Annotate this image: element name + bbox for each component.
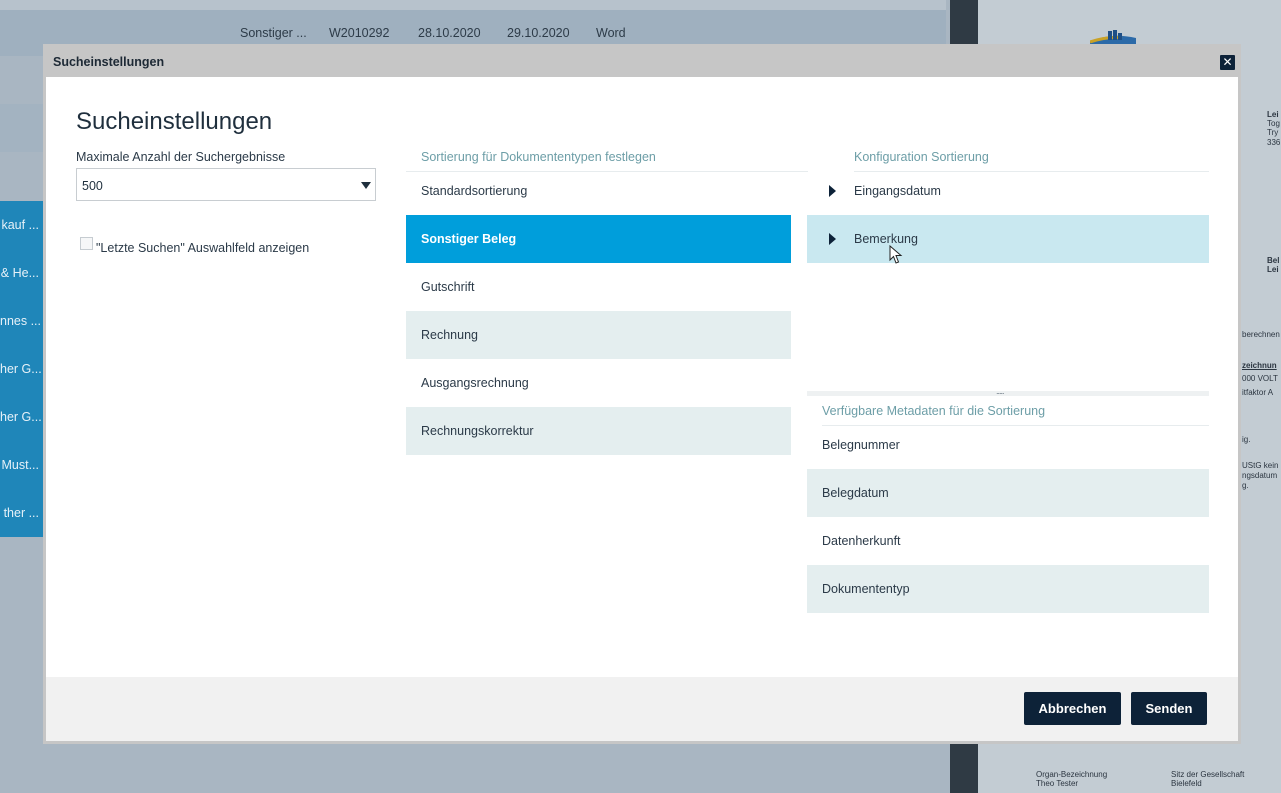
- doc-type-item-selected[interactable]: Sonstiger Beleg: [406, 215, 791, 263]
- doc-text: Tog: [1267, 119, 1280, 128]
- doc-text: berechnen: [1242, 330, 1280, 339]
- doc-footer-text: Sitz der Gesellschaft: [1171, 770, 1245, 779]
- bg-cell: 29.10.2020: [507, 26, 570, 40]
- doc-footer-text: Organ-Bezeichnung: [1036, 770, 1108, 779]
- doc-text: Bel: [1267, 256, 1280, 265]
- doc-text: Lei: [1267, 110, 1279, 119]
- bg-sidebar-item: nnes ...: [0, 314, 41, 328]
- mouse-cursor-icon: [889, 245, 903, 264]
- resize-splitter[interactable]: .....: [807, 386, 1209, 396]
- metadata-item[interactable]: Datenherkunft: [807, 517, 1209, 565]
- bg-cell: Word: [596, 26, 626, 40]
- doc-text: 336: [1267, 138, 1281, 147]
- doc-text: Try: [1267, 128, 1279, 137]
- bg-cell: 28.10.2020: [418, 26, 481, 40]
- doc-text: UStG kein: [1242, 461, 1279, 470]
- search-settings-dialog: Sucheinstellungen ✕ Sucheinstellungen Ma…: [43, 44, 1241, 744]
- bg-sidebar: kauf ... & He... nnes ... her G... her G…: [0, 201, 43, 537]
- doc-text: ig.: [1242, 435, 1251, 444]
- dialog-footer: Abbrechen Senden: [46, 677, 1238, 741]
- doc-text: ngsdatum: [1242, 471, 1278, 480]
- recent-search-checkbox[interactable]: [80, 237, 93, 250]
- bg-sidebar-item: & He...: [0, 266, 39, 280]
- dialog-header: Sucheinstellungen ✕: [43, 44, 1241, 77]
- doc-text: g.: [1242, 481, 1249, 490]
- doc-footer-text: Theo Tester: [1036, 779, 1079, 788]
- bg-sidebar-item: Must...: [1, 458, 39, 472]
- metadata-item[interactable]: Belegnummer: [807, 421, 1209, 469]
- metadata-item[interactable]: Dokumententyp: [807, 565, 1209, 613]
- doc-text: 000 VOLT: [1242, 374, 1278, 383]
- cancel-button[interactable]: Abbrechen: [1024, 692, 1121, 725]
- sort-config-label: Eingangsdatum: [854, 184, 941, 198]
- dialog-title: Sucheinstellungen: [53, 55, 165, 69]
- chevron-down-icon: [361, 182, 371, 189]
- bg-top-strip: [0, 0, 946, 10]
- drag-grip-icon: .....: [996, 386, 1004, 396]
- sort-config-item-highlighted[interactable]: Bemerkung: [807, 215, 1209, 263]
- recent-search-label[interactable]: "Letzte Suchen" Auswahlfeld anzeigen: [96, 241, 309, 255]
- bg-cell: W2010292: [329, 26, 390, 40]
- bg-sidebar-item: her G...: [0, 410, 42, 424]
- max-results-select[interactable]: 500: [76, 168, 376, 201]
- bg-sidebar-item: kauf ...: [1, 218, 39, 232]
- caret-right-icon: [829, 185, 836, 197]
- doc-text: itfaktor A: [1242, 388, 1274, 397]
- doc-type-item[interactable]: Rechnung: [406, 311, 791, 359]
- max-results-value: 500: [82, 179, 103, 193]
- close-button[interactable]: ✕: [1220, 55, 1235, 70]
- doc-footer-text: Bielefeld: [1171, 779, 1202, 788]
- sort-config-item[interactable]: Eingangsdatum: [807, 167, 1209, 215]
- metadata-item[interactable]: Belegdatum: [807, 469, 1209, 517]
- doc-text: zeichnun: [1242, 361, 1277, 370]
- doc-text: Lei: [1267, 265, 1279, 274]
- dialog-body: Sucheinstellungen Maximale Anzahl der Su…: [46, 77, 1238, 677]
- bg-sidebar-item: ther ...: [3, 506, 39, 520]
- page-title: Sucheinstellungen: [76, 108, 273, 135]
- caret-right-icon: [829, 233, 836, 245]
- doc-type-item[interactable]: Standardsortierung: [406, 167, 791, 215]
- doc-type-item[interactable]: Gutschrift: [406, 263, 791, 311]
- close-icon: ✕: [1222, 55, 1233, 69]
- bg-sidebar-item: her G...: [0, 362, 42, 376]
- doc-type-item[interactable]: Rechnungskorrektur: [406, 407, 791, 455]
- sort-config-label: Bemerkung: [854, 232, 918, 246]
- doc-type-item[interactable]: Ausgangsrechnung: [406, 359, 791, 407]
- send-button[interactable]: Senden: [1131, 692, 1207, 725]
- bg-cell: Sonstiger ...: [240, 26, 307, 40]
- max-results-label: Maximale Anzahl der Suchergebnisse: [76, 150, 286, 164]
